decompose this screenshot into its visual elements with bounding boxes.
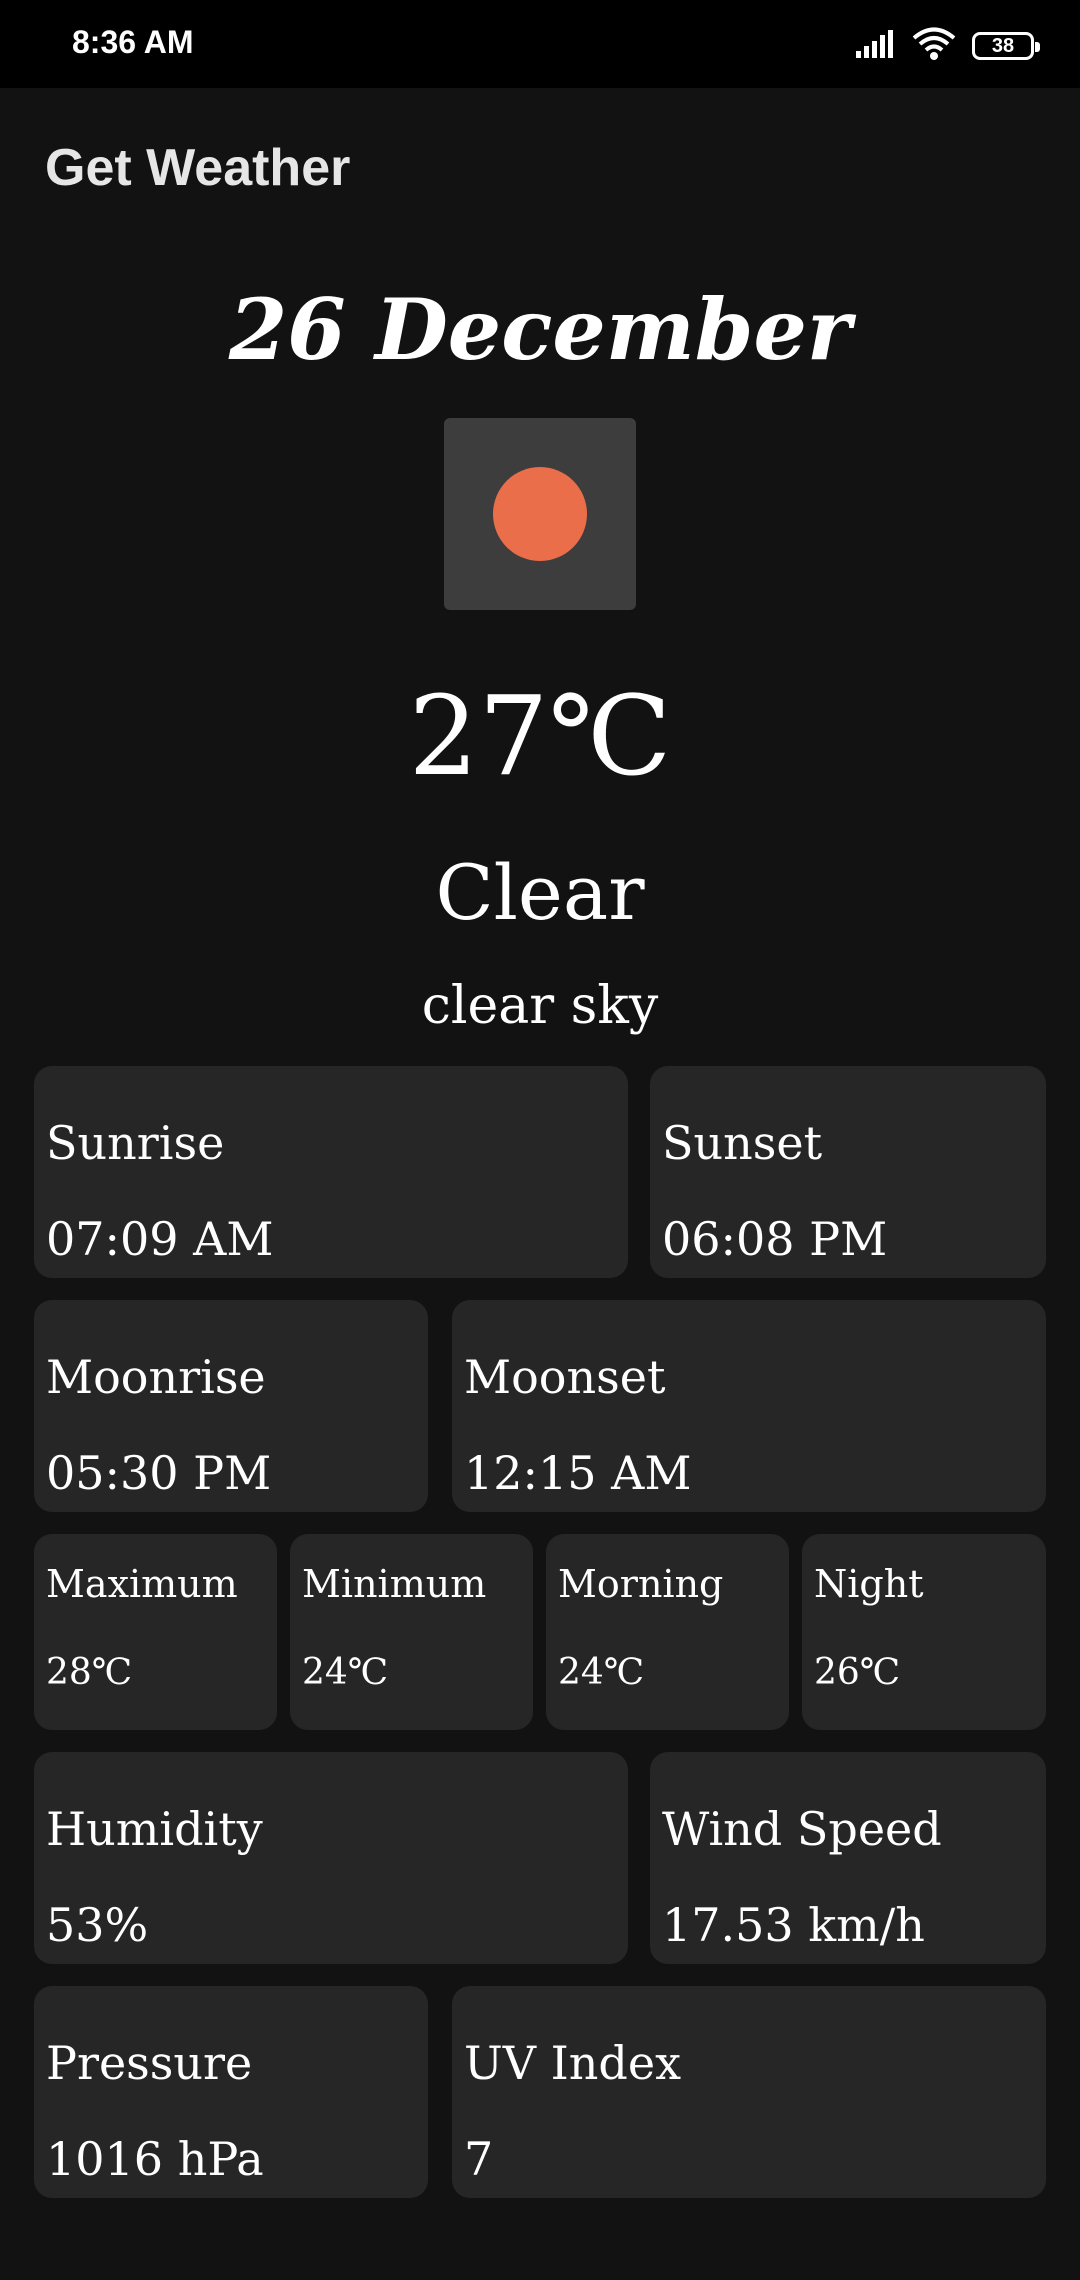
moonset-card: Moonset 12:15 AM bbox=[452, 1300, 1046, 1512]
uv-index-label: UV Index bbox=[464, 2036, 682, 2090]
moonrise-label: Moonrise bbox=[46, 1350, 266, 1404]
weather-description: clear sky bbox=[421, 976, 659, 1036]
morning-label: Morning bbox=[558, 1562, 724, 1606]
sunset-value: 06:08 PM bbox=[662, 1212, 888, 1266]
weather-condition: Clear bbox=[435, 848, 645, 937]
maximum-label: Maximum bbox=[46, 1562, 238, 1606]
clear-sun-icon bbox=[493, 467, 587, 561]
date-heading: 26 December bbox=[228, 280, 852, 379]
wind-speed-value: 17.53 km/h bbox=[662, 1898, 925, 1952]
battery-icon: 38 bbox=[972, 32, 1040, 60]
night-value: 26℃ bbox=[814, 1652, 901, 1693]
morning-card: Morning 24℃ bbox=[546, 1534, 789, 1730]
humidity-value: 53% bbox=[46, 1898, 149, 1952]
wind-speed-card: Wind Speed 17.53 km/h bbox=[650, 1752, 1046, 1964]
uv-index-card: UV Index 7 bbox=[452, 1986, 1046, 2198]
temperature: 27℃ bbox=[408, 672, 672, 800]
humidity-label: Humidity bbox=[46, 1802, 263, 1856]
maximum-card: Maximum 28℃ bbox=[34, 1534, 277, 1730]
morning-value: 24℃ bbox=[558, 1652, 645, 1693]
sunrise-card: Sunrise 07:09 AM bbox=[34, 1066, 628, 1278]
moonrise-card: Moonrise 05:30 PM bbox=[34, 1300, 428, 1512]
weather-icon-box bbox=[444, 418, 636, 610]
status-time: 8:36 AM bbox=[72, 24, 194, 60]
minimum-label: Minimum bbox=[302, 1562, 487, 1606]
pressure-label: Pressure bbox=[46, 2036, 253, 2090]
uv-index-value: 7 bbox=[464, 2132, 494, 2186]
wifi-icon bbox=[912, 27, 956, 65]
sunset-label: Sunset bbox=[662, 1116, 823, 1170]
minimum-card: Minimum 24℃ bbox=[290, 1534, 533, 1730]
pressure-value: 1016 hPa bbox=[46, 2132, 264, 2186]
pressure-card: Pressure 1016 hPa bbox=[34, 1986, 428, 2198]
moonrise-value: 05:30 PM bbox=[46, 1446, 272, 1500]
night-card: Night 26℃ bbox=[802, 1534, 1046, 1730]
sunset-card: Sunset 06:08 PM bbox=[650, 1066, 1046, 1278]
wind-speed-label: Wind Speed bbox=[662, 1802, 942, 1856]
app-title: Get Weather bbox=[45, 139, 351, 197]
status-bar: 8:36 AM 38 bbox=[0, 0, 1080, 88]
minimum-value: 24℃ bbox=[302, 1652, 389, 1693]
night-label: Night bbox=[814, 1562, 924, 1606]
status-icons: 38 bbox=[854, 26, 1040, 66]
humidity-card: Humidity 53% bbox=[34, 1752, 628, 1964]
moonset-value: 12:15 AM bbox=[464, 1446, 692, 1500]
sunrise-label: Sunrise bbox=[46, 1116, 225, 1170]
moonset-label: Moonset bbox=[464, 1350, 666, 1404]
sunrise-value: 07:09 AM bbox=[46, 1212, 274, 1266]
signal-icon bbox=[854, 29, 896, 63]
maximum-value: 28℃ bbox=[46, 1652, 133, 1693]
